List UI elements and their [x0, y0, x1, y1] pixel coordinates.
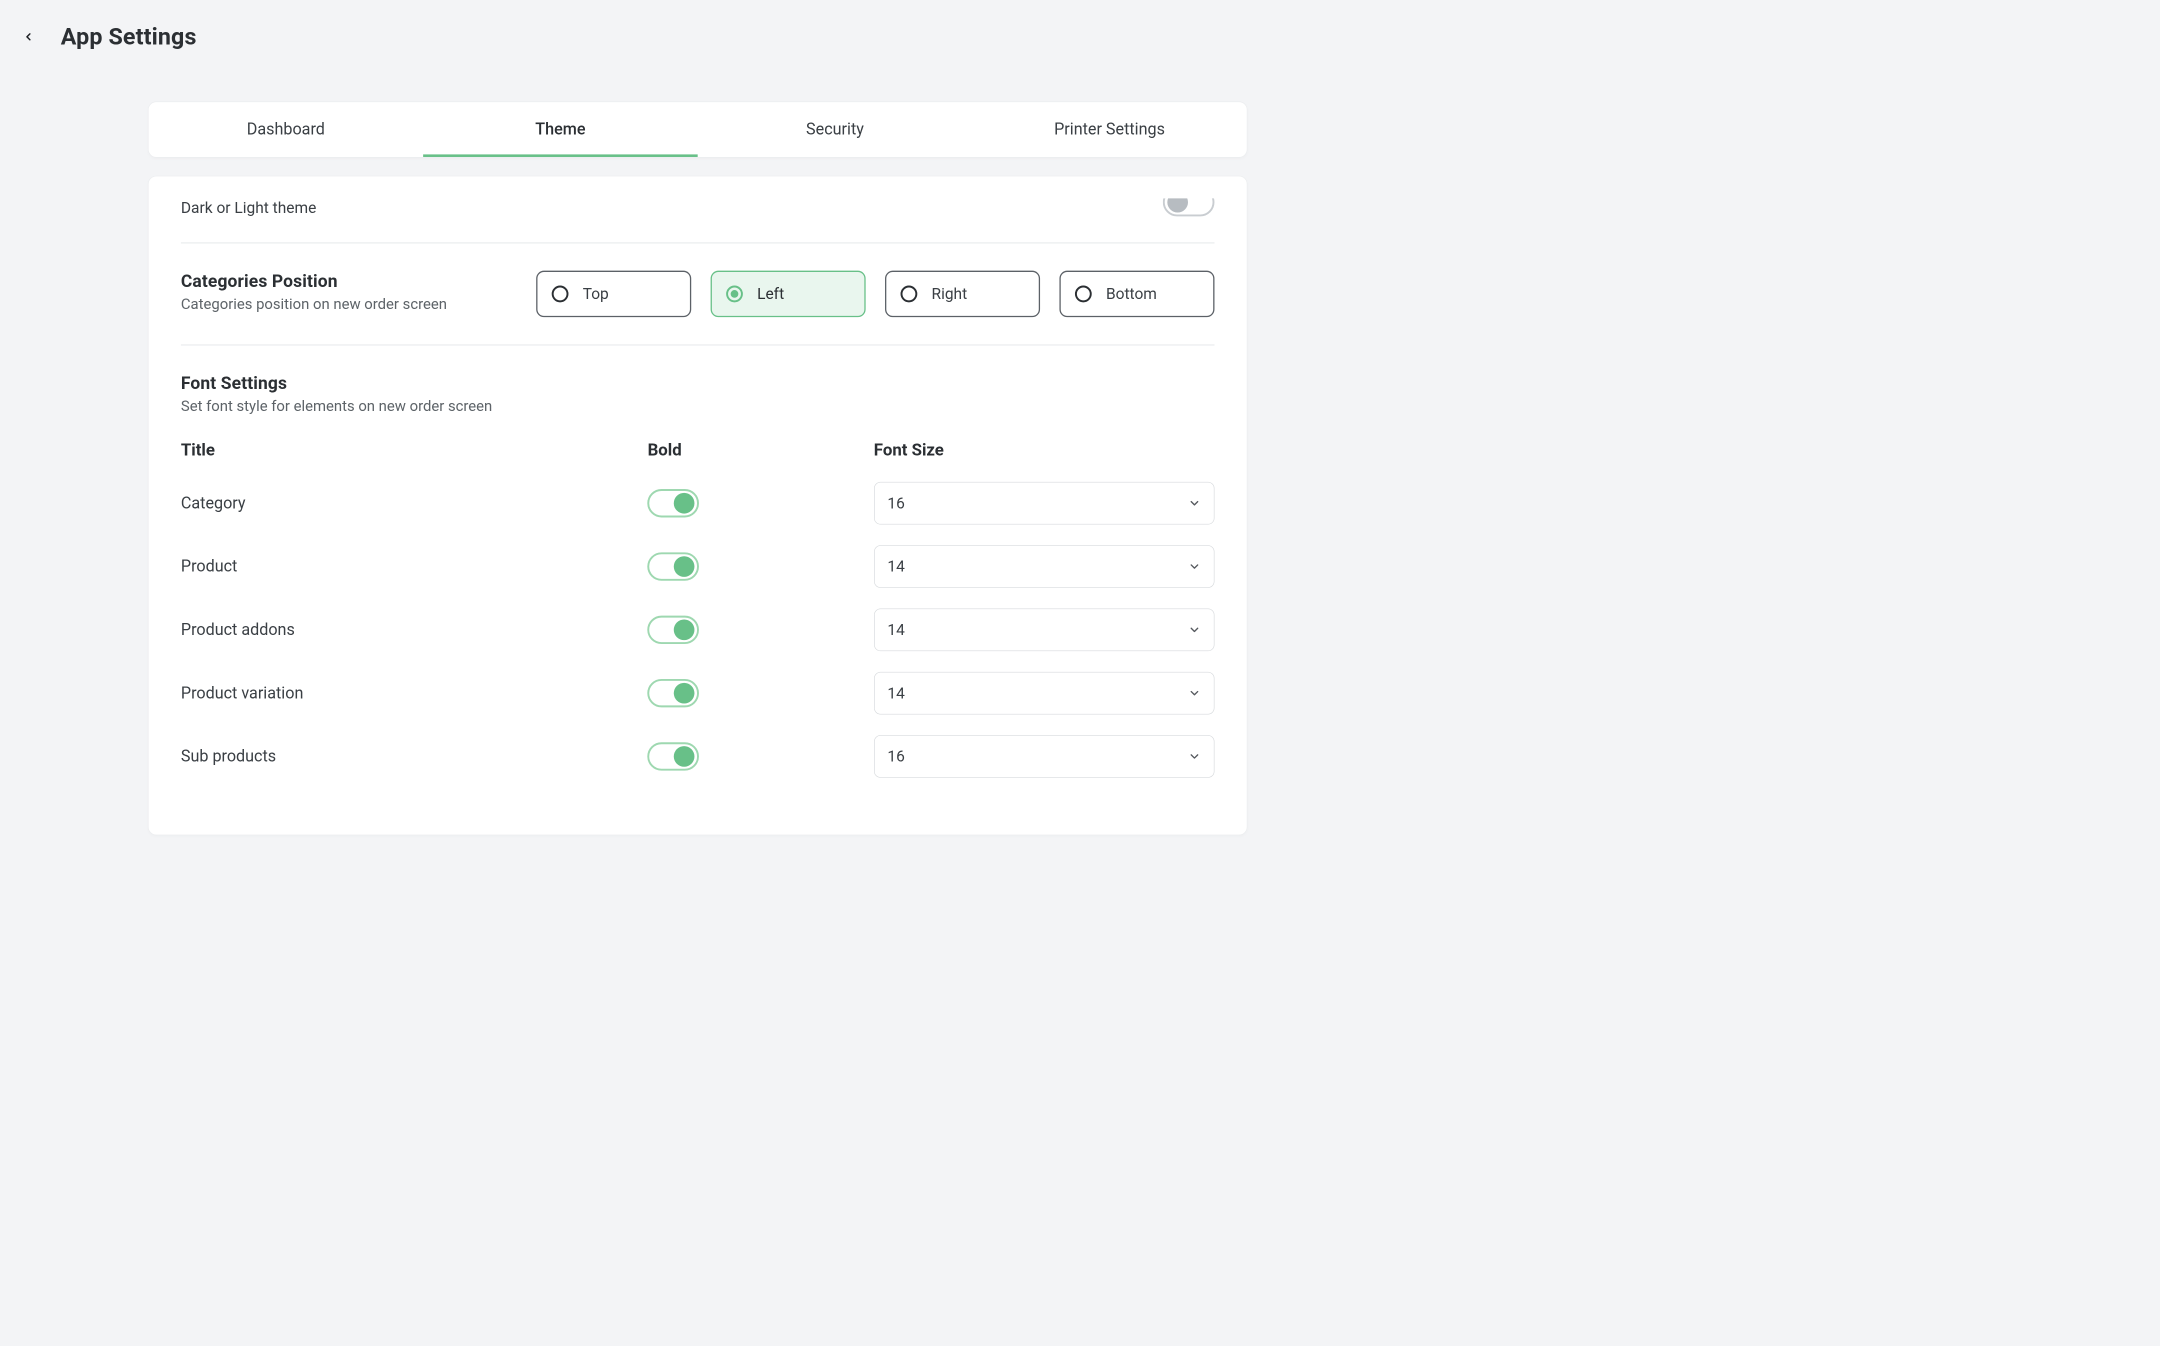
font-row-title: Sub products — [181, 747, 622, 766]
font-settings-title: Font Settings — [181, 373, 1215, 394]
font-settings-table: Title Bold Font Size Category 16 Product 14… — [181, 434, 1215, 788]
radio-dot-icon — [1079, 290, 1087, 298]
font-row-title: Category — [181, 494, 622, 513]
categories-position-section: Categories Position Categories position … — [181, 253, 1215, 336]
font-settings-subtitle: Set font style for elements on new order… — [181, 397, 1215, 414]
font-size-value: 14 — [887, 557, 904, 575]
back-button[interactable] — [19, 28, 37, 46]
radio-top[interactable]: Top — [536, 271, 691, 318]
font-row-category: Category 16 — [181, 472, 1215, 535]
bold-toggle-category[interactable] — [648, 489, 700, 517]
font-size-select-product_variation[interactable]: 14 — [874, 672, 1215, 715]
font-row-product_addons: Product addons 14 — [181, 598, 1215, 661]
font-size-value: 16 — [887, 494, 904, 512]
theme-mode-toggle-clip — [1163, 198, 1215, 217]
radio-right[interactable]: Right — [885, 271, 1040, 318]
settings-panel: Dark or Light theme Categories Position … — [149, 176, 1247, 834]
radio-dot-icon — [731, 290, 739, 298]
toggle-knob — [1167, 198, 1188, 212]
toggle-knob — [674, 746, 695, 767]
col-title: Title — [181, 441, 622, 460]
radio-ring-icon — [1075, 286, 1092, 303]
font-size-select-product_addons[interactable]: 14 — [874, 609, 1215, 652]
font-size-select-product[interactable]: 14 — [874, 545, 1215, 588]
radio-dot-icon — [556, 290, 564, 298]
tab-theme[interactable]: Theme — [423, 102, 698, 157]
chevron-left-icon — [23, 31, 35, 43]
font-size-select-category[interactable]: 16 — [874, 482, 1215, 525]
font-row-product: Product 14 — [181, 535, 1215, 598]
font-size-value: 14 — [887, 684, 904, 702]
page-title: App Settings — [61, 23, 197, 50]
chevron-down-icon — [1188, 560, 1201, 573]
radio-label: Right — [932, 285, 968, 303]
radio-label: Left — [757, 285, 784, 303]
radio-ring-icon — [726, 286, 743, 303]
bold-toggle-product_variation[interactable] — [648, 679, 700, 707]
divider — [181, 344, 1215, 345]
font-size-value: 14 — [887, 621, 904, 639]
toggle-knob — [674, 493, 695, 514]
font-row-sub_products: Sub products 16 — [181, 725, 1215, 788]
toggle-knob — [674, 620, 695, 641]
font-row-title: Product — [181, 557, 622, 576]
tab-security[interactable]: Security — [698, 102, 973, 157]
theme-mode-label: Dark or Light theme — [181, 199, 316, 217]
page-header: App Settings — [0, 0, 1395, 63]
radio-dot-icon — [905, 290, 913, 298]
radio-label: Top — [583, 285, 609, 303]
font-row-title: Product variation — [181, 684, 622, 703]
tab-dashboard[interactable]: Dashboard — [149, 102, 424, 157]
toggle-knob — [674, 556, 695, 577]
radio-left[interactable]: Left — [711, 271, 866, 318]
chevron-down-icon — [1188, 623, 1201, 636]
categories-position-subtitle: Categories position on new order screen — [181, 295, 447, 312]
radio-label: Bottom — [1106, 285, 1157, 303]
radio-ring-icon — [552, 286, 569, 303]
toggle-knob — [674, 683, 695, 704]
tab-bar: DashboardThemeSecurityPrinter Settings — [149, 102, 1247, 157]
font-size-value: 16 — [887, 747, 904, 765]
chevron-down-icon — [1188, 687, 1201, 700]
font-row-title: Product addons — [181, 620, 622, 639]
categories-position-heading: Categories Position Categories position … — [181, 271, 447, 313]
radio-bottom[interactable]: Bottom — [1059, 271, 1214, 318]
chevron-down-icon — [1188, 497, 1201, 510]
radio-ring-icon — [901, 286, 918, 303]
categories-position-radio-group: Top Left Right Bottom — [479, 271, 1214, 318]
col-bold: Bold — [648, 441, 682, 460]
bold-toggle-product[interactable] — [648, 552, 700, 580]
font-settings-header-row: Title Bold Font Size — [181, 434, 1215, 471]
font-size-select-sub_products[interactable]: 16 — [874, 735, 1215, 778]
font-row-product_variation: Product variation 14 — [181, 662, 1215, 725]
tab-printer[interactable]: Printer Settings — [972, 102, 1247, 157]
font-settings-section: Font Settings Set font style for element… — [181, 355, 1215, 807]
divider — [181, 242, 1215, 243]
bold-toggle-sub_products[interactable] — [648, 742, 700, 770]
theme-mode-toggle[interactable] — [1163, 198, 1215, 216]
chevron-down-icon — [1188, 750, 1201, 763]
bold-toggle-product_addons[interactable] — [648, 616, 700, 644]
categories-position-title: Categories Position — [181, 271, 447, 292]
col-size: Font Size — [874, 441, 1215, 460]
theme-mode-row: Dark or Light theme — [181, 198, 1215, 233]
